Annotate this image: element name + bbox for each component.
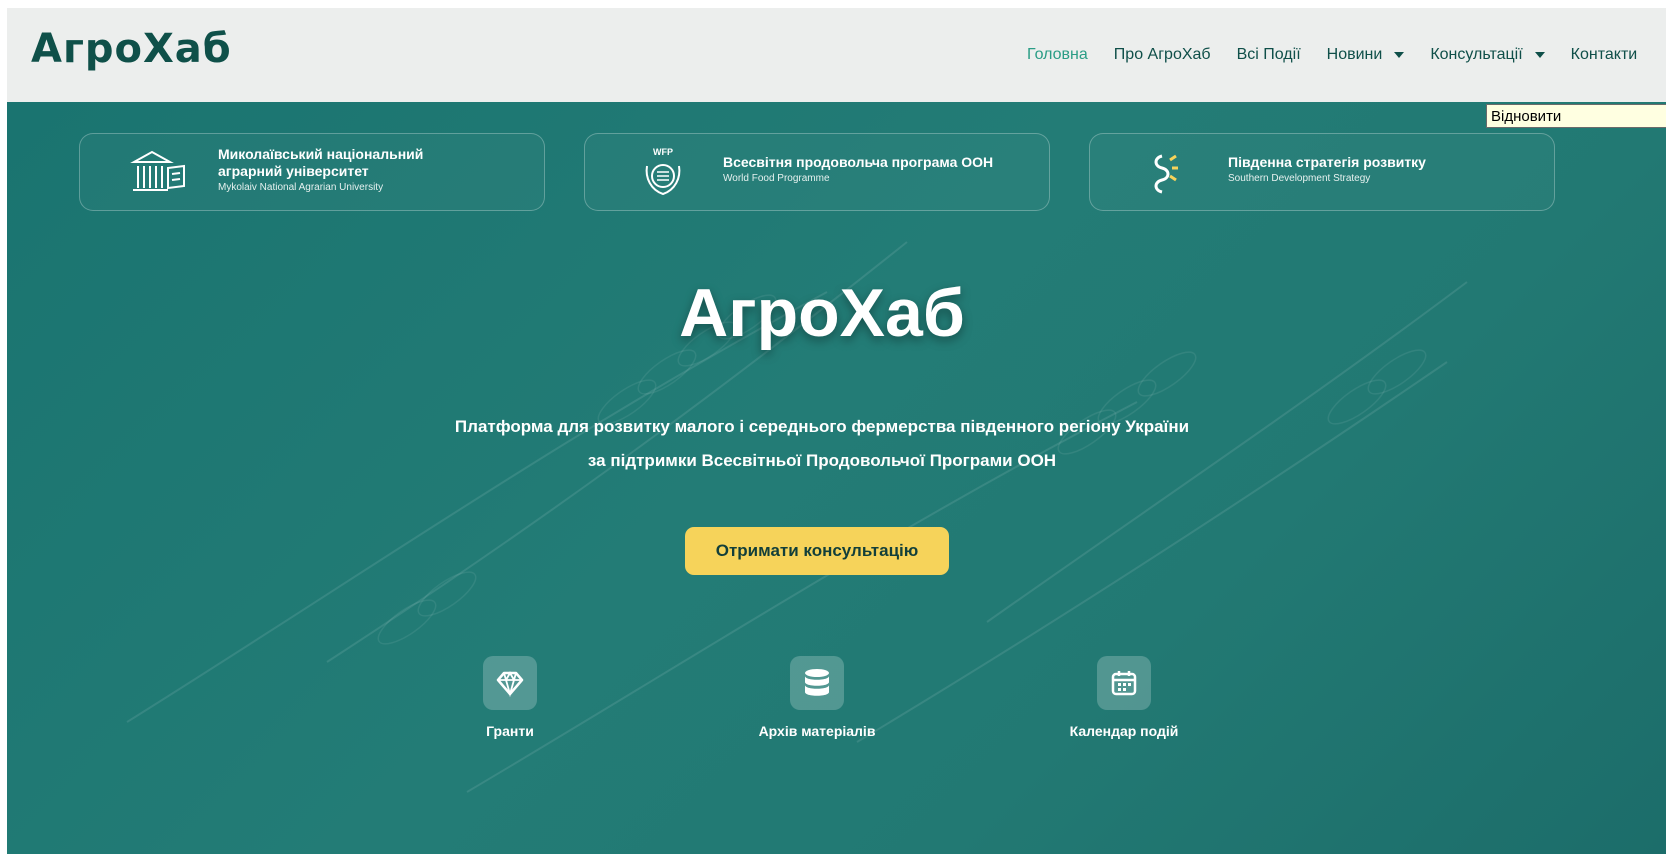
browser-tooltip: Відновити: [1486, 104, 1666, 128]
partner-name: Всесвітня продовольча програма ООН: [723, 154, 994, 170]
partner-card-sds[interactable]: Південна стратегія розвитку Southern Dev…: [1089, 133, 1555, 211]
database-icon: [790, 656, 844, 710]
partner-name: Миколаївський національний: [218, 146, 424, 162]
nav-item-home-label: Головна: [1027, 46, 1088, 63]
site-logo[interactable]: АгроХаб: [31, 26, 232, 72]
partner-subtitle: Southern Development Strategy: [1228, 173, 1371, 184]
partner-name: Південна стратегія розвитку: [1228, 154, 1426, 170]
nav-item-about[interactable]: Про АгроХаб: [1114, 46, 1211, 64]
wheat-background-illustration: [126, 241, 1468, 793]
caret-down-icon: [1394, 52, 1405, 58]
nav-item-consultations[interactable]: Консультації: [1430, 46, 1545, 64]
nav-item-home[interactable]: Головна: [1027, 46, 1088, 64]
partner-subtitle: World Food Programme: [723, 173, 830, 184]
feature-grants[interactable]: Гранти: [410, 656, 610, 739]
nav-item-consultations-label: Консультації: [1430, 46, 1523, 63]
nav-item-contacts-label: Контакти: [1570, 46, 1638, 63]
feature-label: Календар подій: [1069, 723, 1179, 739]
get-consultation-button[interactable]: Отримати консультацію: [685, 527, 949, 575]
feature-calendar[interactable]: Календар подій: [1024, 656, 1224, 739]
university-building-icon: [130, 150, 185, 191]
partner-card-mnau[interactable]: Миколаївський національний аграрний унів…: [79, 133, 545, 211]
feature-label: Архів матеріалів: [758, 723, 876, 739]
wfp-emblem-text: WFP: [653, 147, 673, 157]
partner-card-wfp[interactable]: WFP Всесвітня продовольча програма ООН W…: [584, 133, 1050, 211]
calendar-icon: [1097, 656, 1151, 710]
nav-item-events-label: Всі Події: [1236, 46, 1301, 63]
partner-subtitle: Mykolaiv National Agrarian University: [218, 182, 384, 193]
nav-item-events[interactable]: Всі Події: [1237, 46, 1301, 64]
feature-archive[interactable]: Архів матеріалів: [717, 656, 917, 739]
feature-label: Гранти: [486, 723, 534, 739]
hero-section: Миколаївський національний аграрний унів…: [7, 102, 1666, 854]
partner-name: аграрний університет: [218, 163, 369, 179]
nav-item-contacts[interactable]: Контакти: [1571, 46, 1638, 64]
site-header: АгроХаб Головна Про АгроХаб Всі Події Но…: [7, 8, 1666, 102]
hero-title: АгроХаб: [679, 275, 965, 351]
hero-subtitle: за підтримки Всесвітньої Продовольчої Пр…: [587, 451, 1057, 470]
main-nav: Головна Про АгроХаб Всі Події Новини Кон…: [1027, 46, 1663, 64]
nav-item-news-label: Новини: [1326, 46, 1383, 63]
browser-viewport: АгроХаб Головна Про АгроХаб Всі Події Но…: [7, 8, 1666, 854]
hero-subtitle: Платформа для розвитку малого і середньо…: [454, 417, 1190, 436]
caret-down-icon: [1534, 52, 1545, 58]
nav-item-about-label: Про АгроХаб: [1113, 46, 1211, 63]
nav-item-news[interactable]: Новини: [1327, 46, 1405, 64]
diamond-icon: [483, 656, 537, 710]
sds-logo-icon: [1154, 154, 1178, 194]
wfp-emblem-icon: WFP: [645, 147, 681, 196]
